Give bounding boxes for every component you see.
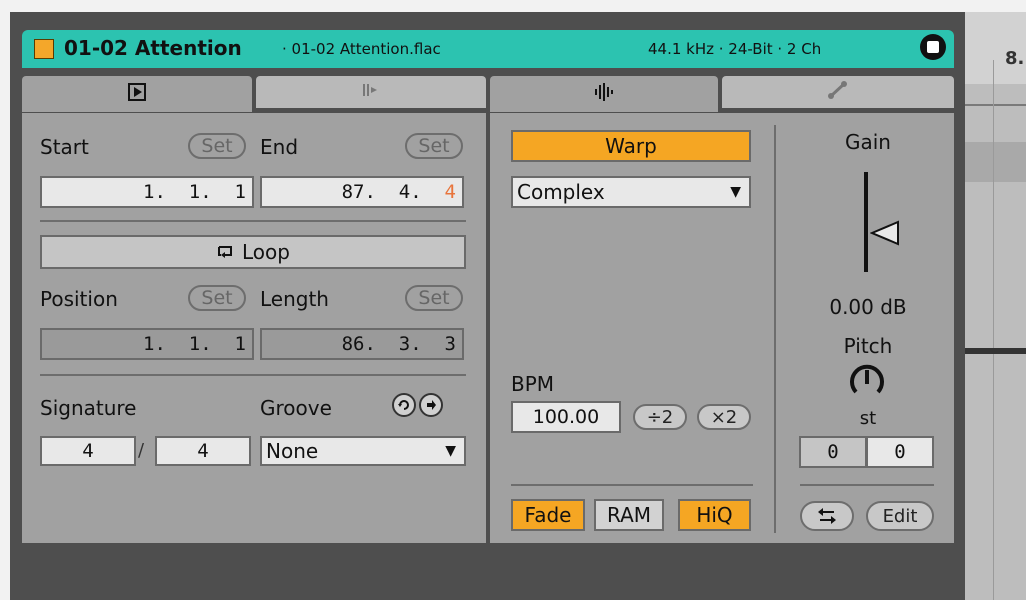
reverse-button[interactable] bbox=[800, 501, 854, 531]
divider bbox=[800, 484, 934, 486]
start-field[interactable]: 1. 1. 1 bbox=[40, 176, 254, 208]
signature-separator: / bbox=[138, 440, 145, 461]
ruler-marker: 8. bbox=[1005, 48, 1025, 69]
end-label: End bbox=[260, 135, 299, 159]
length-label: Length bbox=[260, 287, 329, 311]
pitch-label: Pitch bbox=[843, 334, 893, 358]
signature-label: Signature bbox=[40, 396, 137, 420]
end-value-highlight: 4 bbox=[444, 181, 456, 203]
double-tempo-button[interactable]: ×2 bbox=[697, 404, 751, 430]
length-field[interactable]: 86. 3. 3 bbox=[260, 328, 464, 360]
clip-file-name: · 01-02 Attention.flac bbox=[282, 40, 441, 58]
swap-arrows-icon bbox=[816, 507, 838, 525]
tab-sample[interactable] bbox=[490, 76, 718, 112]
clip-color-swatch[interactable] bbox=[34, 39, 54, 59]
pitch-knob-icon[interactable] bbox=[846, 362, 888, 408]
groove-commit-icon[interactable] bbox=[392, 393, 416, 417]
clip-name[interactable]: 01-02 Attention bbox=[64, 36, 242, 60]
bpm-label: BPM bbox=[511, 372, 555, 396]
groove-dropdown[interactable]: None ▼ bbox=[260, 436, 466, 466]
position-field[interactable]: 1. 1. 1 bbox=[40, 328, 254, 360]
save-icon[interactable] bbox=[920, 34, 946, 60]
groove-value: None bbox=[266, 439, 319, 463]
wrench-icon bbox=[826, 80, 850, 104]
pitch-fine-field[interactable]: 0 bbox=[866, 436, 934, 468]
warp-button[interactable]: Warp bbox=[511, 130, 751, 162]
signature-denominator[interactable]: 4 bbox=[155, 436, 251, 466]
envelope-icon bbox=[361, 82, 381, 102]
gain-slider-track[interactable] bbox=[864, 172, 868, 272]
position-set-button[interactable]: Set bbox=[188, 285, 246, 311]
bpm-field[interactable]: 100.00 bbox=[511, 401, 621, 433]
position-label: Position bbox=[40, 287, 118, 311]
panel-divider bbox=[774, 125, 776, 533]
tab-envelopes[interactable] bbox=[256, 76, 486, 108]
gain-label: Gain bbox=[845, 130, 891, 154]
clip-sample-info: 44.1 kHz · 24-Bit · 2 Ch bbox=[648, 40, 822, 58]
chevron-down-icon: ▼ bbox=[730, 184, 741, 200]
waveform-icon bbox=[593, 82, 615, 106]
end-set-button[interactable]: Set bbox=[405, 133, 463, 159]
groove-hotswap-icon[interactable] bbox=[419, 393, 443, 417]
divider bbox=[40, 220, 466, 222]
length-set-button[interactable]: Set bbox=[405, 285, 463, 311]
start-label: Start bbox=[40, 135, 89, 159]
divider bbox=[511, 484, 753, 486]
divider bbox=[40, 374, 466, 376]
start-set-button[interactable]: Set bbox=[188, 133, 246, 159]
arrangement-strip bbox=[965, 12, 1026, 600]
tab-audio-effects[interactable] bbox=[722, 76, 954, 108]
ram-button[interactable]: RAM bbox=[594, 499, 664, 531]
gain-value: 0.00 dB bbox=[829, 295, 907, 319]
loop-label: Loop bbox=[242, 240, 290, 264]
fade-button[interactable]: Fade bbox=[511, 499, 585, 531]
halve-tempo-button[interactable]: ÷2 bbox=[633, 404, 687, 430]
pitch-unit: st bbox=[859, 408, 877, 429]
waveform-sliver bbox=[965, 348, 1026, 354]
loop-icon bbox=[216, 244, 234, 260]
warp-mode-dropdown[interactable]: Complex ▼ bbox=[511, 176, 751, 208]
end-value: 87. 4. bbox=[341, 181, 445, 203]
play-square-icon bbox=[128, 83, 146, 105]
groove-label: Groove bbox=[260, 396, 332, 420]
gain-slider-handle[interactable] bbox=[869, 220, 900, 250]
hiq-button[interactable]: HiQ bbox=[678, 499, 751, 531]
edit-button[interactable]: Edit bbox=[866, 501, 934, 531]
end-field[interactable]: 87. 4. 4 bbox=[260, 176, 464, 208]
loop-button[interactable]: Loop bbox=[40, 235, 466, 269]
tab-clip[interactable] bbox=[22, 76, 252, 112]
pitch-coarse-field[interactable]: 0 bbox=[799, 436, 867, 468]
chevron-down-icon: ▼ bbox=[445, 443, 456, 459]
signature-numerator[interactable]: 4 bbox=[40, 436, 136, 466]
warp-mode-value: Complex bbox=[517, 180, 605, 204]
